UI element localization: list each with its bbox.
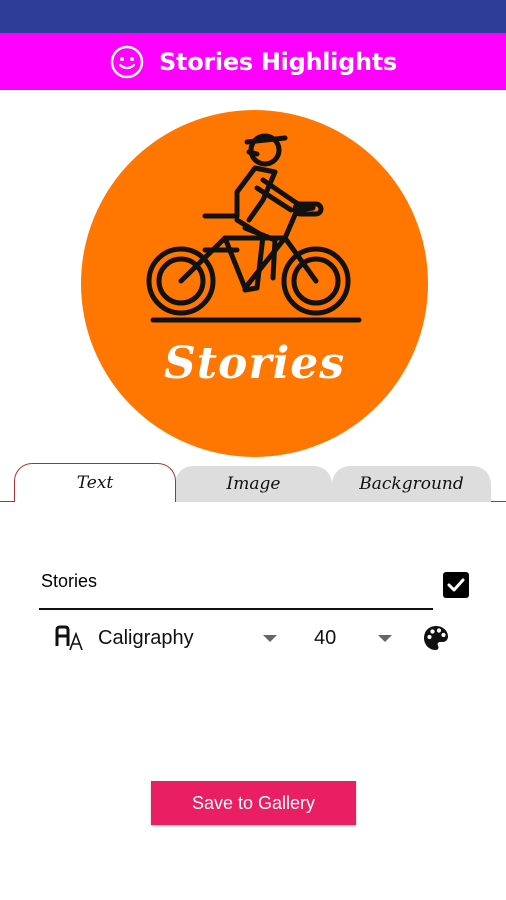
- smiley-face-icon: [110, 45, 144, 78]
- app-title: Stories Highlights: [159, 47, 397, 76]
- font-family-dropdown-arrow-icon: [263, 635, 277, 642]
- font-size-dropdown[interactable]: 40: [314, 624, 394, 652]
- tab-image[interactable]: Image: [175, 466, 332, 502]
- app-bar: Stories Highlights: [0, 33, 506, 90]
- editor-tabs: Text Image Background: [0, 462, 506, 502]
- text-field-underline: [39, 608, 433, 610]
- palette-icon[interactable]: [422, 624, 450, 652]
- story-text-field: [39, 560, 433, 610]
- text-style-controls: Caligraphy 40: [0, 618, 506, 658]
- show-text-checkbox[interactable]: [443, 572, 469, 598]
- story-preview-circle: Stories: [81, 110, 428, 457]
- save-to-gallery-button[interactable]: Save to Gallery: [151, 781, 356, 825]
- story-text-input[interactable]: [39, 564, 433, 598]
- checkmark-icon: [447, 578, 465, 592]
- status-bar: [0, 0, 506, 33]
- font-family-value: Caligraphy: [98, 627, 194, 649]
- tab-background[interactable]: Background: [332, 466, 491, 502]
- font-family-dropdown[interactable]: Caligraphy: [98, 624, 288, 652]
- bicycle-rider-icon: [146, 133, 362, 323]
- tab-text[interactable]: Text: [14, 463, 176, 502]
- preview-caption-text: Stories: [163, 338, 346, 389]
- font-style-icon: [55, 625, 83, 651]
- font-size-dropdown-arrow-icon: [378, 635, 392, 642]
- font-size-value: 40: [314, 627, 337, 649]
